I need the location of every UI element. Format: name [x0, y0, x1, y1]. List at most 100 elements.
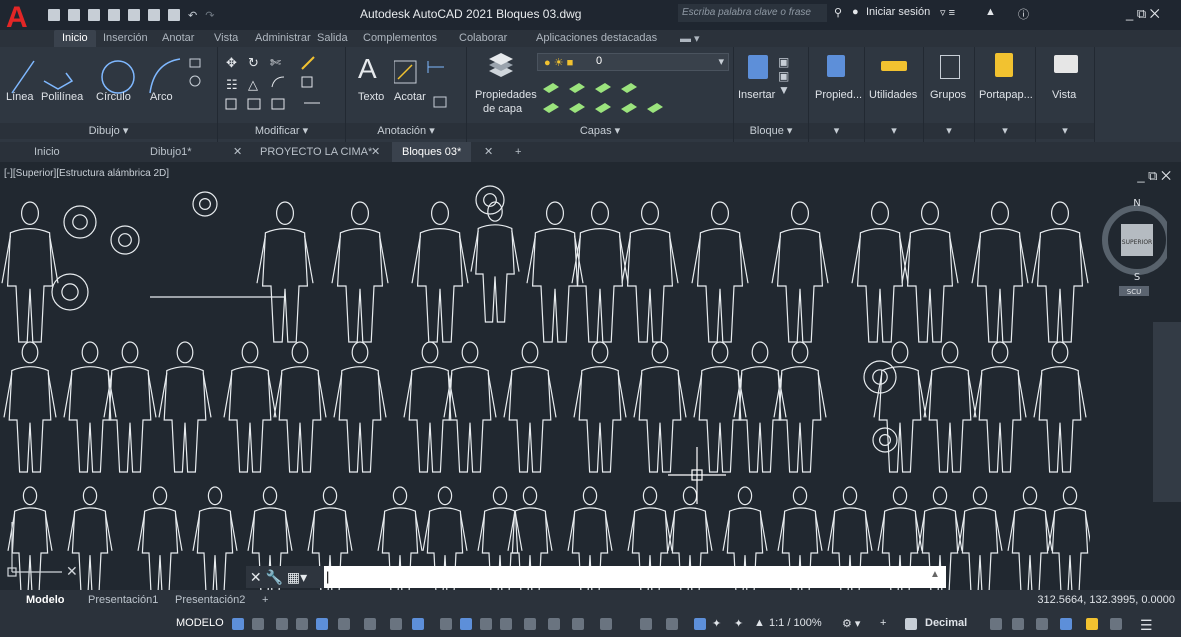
plot-icon[interactable] [148, 9, 160, 21]
drawing-canvas[interactable]: [-][Superior][Estructura alámbrica 2D] _… [0, 162, 1181, 590]
tab-aplicaciones-destacadas[interactable]: Aplicaciones destacadas [536, 32, 657, 44]
panel-dropdown-grupos[interactable]: ▾ [924, 123, 974, 139]
dimension-tools-icons[interactable] [394, 57, 464, 113]
clean-screen-icon[interactable] [1086, 618, 1098, 630]
close-icon[interactable]: ✕ [233, 142, 242, 162]
help-icon[interactable]: ⓘ [1018, 6, 1029, 22]
panel-dropdown-vista[interactable]: ▾ [1036, 123, 1094, 139]
panel-title-bloque[interactable]: Bloque ▾ [734, 123, 808, 139]
viewcube[interactable]: SUPERIOR N S SCU [1097, 198, 1167, 298]
command-input[interactable]: | [326, 566, 926, 588]
doc-tab-inicio[interactable]: Inicio [34, 142, 60, 162]
tab-complementos[interactable]: Complementos [363, 32, 437, 44]
lineweight-icon[interactable] [440, 618, 452, 630]
transparency-icon[interactable] [460, 618, 472, 630]
recent-commands-icon[interactable]: ▦▾ [287, 569, 307, 585]
command-line-controls[interactable]: ✕ 🔧 ▦▾ [246, 566, 324, 588]
measure-icon[interactable] [881, 61, 907, 71]
tab-inicio[interactable]: Inicio [54, 30, 96, 47]
signin-button[interactable]: Iniciar sesión [866, 6, 930, 18]
3d-osnap-icon[interactable] [500, 618, 512, 630]
wrench-icon[interactable]: 🔧 [266, 569, 283, 585]
save-as-icon[interactable] [108, 9, 120, 21]
grid-icon[interactable] [232, 618, 244, 630]
scale-readout[interactable]: 1:1 / 100% [769, 617, 822, 629]
menu-icon[interactable]: ☰ [1140, 617, 1153, 634]
view-icon[interactable] [1054, 55, 1078, 73]
new-tab-icon[interactable]: + [515, 142, 521, 162]
selection-filter-icon[interactable] [548, 618, 560, 630]
text-tool-icon[interactable]: A [358, 53, 377, 85]
panel-dropdown-portapapeles[interactable]: ▾ [975, 123, 1035, 139]
command-history-toggle-icon[interactable]: ▲ [930, 569, 940, 580]
isodraft-icon[interactable] [364, 618, 376, 630]
panel-title-capas[interactable]: Capas ▾ [467, 123, 733, 139]
search-input[interactable]: Escriba palabra clave o frase [678, 4, 827, 22]
panel-title-modificar[interactable]: Modificar ▾ [218, 123, 345, 139]
add-layout-icon[interactable]: + [262, 594, 268, 606]
model-space-button[interactable]: MODELO [176, 617, 224, 629]
block-edit-icons[interactable]: ▣ ▣ ▼ [778, 55, 790, 97]
layout-tab-presentacion1[interactable]: Presentación1 [88, 594, 158, 606]
redo-icon[interactable]: ↷ [205, 9, 214, 22]
selection-cycling-icon[interactable] [480, 618, 492, 630]
autodesk-a360-icon[interactable]: ▲ [985, 6, 996, 18]
panel-dropdown-propiedades[interactable]: ▾ [809, 123, 864, 139]
gizmo-icon[interactable] [572, 618, 584, 630]
tab-insercion[interactable]: Inserción [103, 32, 148, 44]
panel-title-anotacion[interactable]: Anotación ▾ [346, 123, 466, 139]
add-icon[interactable]: + [880, 617, 886, 629]
layout-tab-modelo[interactable]: Modelo [26, 594, 65, 606]
window-controls[interactable]: _ ⧉ ✕ [1126, 6, 1160, 22]
grupos-button[interactable]: Grupos [930, 89, 966, 101]
tab-anotar[interactable]: Anotar [162, 32, 194, 44]
dynamic-input-icon[interactable] [316, 618, 328, 630]
snap-icon[interactable] [252, 618, 264, 630]
annotation-visibility-icon[interactable] [600, 618, 612, 630]
circulo-button[interactable]: Círculo [96, 91, 131, 103]
annotation-scale-value[interactable]: ✦ [712, 617, 721, 630]
settings-icon[interactable]: ⚙ ▾ [842, 617, 860, 630]
propiedades-button[interactable]: Propied... [815, 89, 862, 101]
close-icon[interactable]: ✕ [371, 142, 380, 162]
save-icon[interactable] [88, 9, 100, 21]
insertar-button[interactable]: Insertar [738, 89, 775, 101]
tab-vista[interactable]: Vista [214, 32, 238, 44]
viewport-scale-icon[interactable]: ▲ [754, 617, 765, 629]
undo-icon[interactable]: ↶ [188, 9, 197, 22]
doc-tab-bloques[interactable]: Bloques 03* [392, 142, 472, 162]
workspace-icon[interactable] [666, 618, 678, 630]
publish-icon[interactable] [128, 9, 140, 21]
vista-button[interactable]: Vista [1052, 89, 1076, 101]
arco-button[interactable]: Arco [150, 91, 173, 103]
layout-tab-presentacion2[interactable]: Presentación2 [175, 594, 245, 606]
doc-tab-proyecto[interactable]: PROYECTO LA CIMA* [260, 142, 372, 162]
layer-dropdown[interactable]: ● ☀ ■ 0 ▾ [537, 53, 729, 71]
infer-constraints-icon[interactable] [296, 618, 308, 630]
linea-button[interactable]: Línea [6, 91, 34, 103]
graphics-performance-icon[interactable] [1060, 618, 1072, 630]
viewport-window-controls[interactable]: _ ⧉ ✕ [1137, 168, 1171, 184]
lock-ui-icon[interactable] [1012, 618, 1024, 630]
propiedades-capa-label-2[interactable]: de capa [483, 103, 522, 115]
auto-scale-icon[interactable]: ✦ [734, 617, 743, 630]
cart-icon[interactable]: ▿ ≡ [940, 6, 955, 19]
annotative-objects-icon[interactable] [694, 618, 706, 630]
object-snap-icon[interactable] [412, 618, 424, 630]
object-snap-tracking-icon[interactable] [390, 618, 402, 630]
annotation-scale-icon[interactable] [640, 618, 652, 630]
acotar-button[interactable]: Acotar [394, 91, 426, 103]
modify-tools-icons[interactable]: ✥ ↻ ✄ ☷ △ [224, 53, 342, 113]
layer-properties-icon[interactable] [487, 53, 515, 79]
customization-icon[interactable] [1110, 618, 1122, 630]
print-icon[interactable] [168, 9, 180, 21]
search-icon[interactable]: ⚲ [834, 6, 842, 19]
close-icon[interactable]: ✕ [246, 569, 262, 585]
ribbon-toggle-icon[interactable]: ▬ ▾ [680, 32, 700, 45]
group-icon[interactable] [940, 55, 960, 79]
polilinea-button[interactable]: Polilínea [41, 91, 83, 103]
clipboard-icon[interactable] [995, 53, 1013, 77]
units-readout[interactable]: Decimal [925, 617, 967, 629]
utilidades-button[interactable]: Utilidades [869, 89, 917, 101]
properties-icon[interactable] [827, 55, 845, 77]
